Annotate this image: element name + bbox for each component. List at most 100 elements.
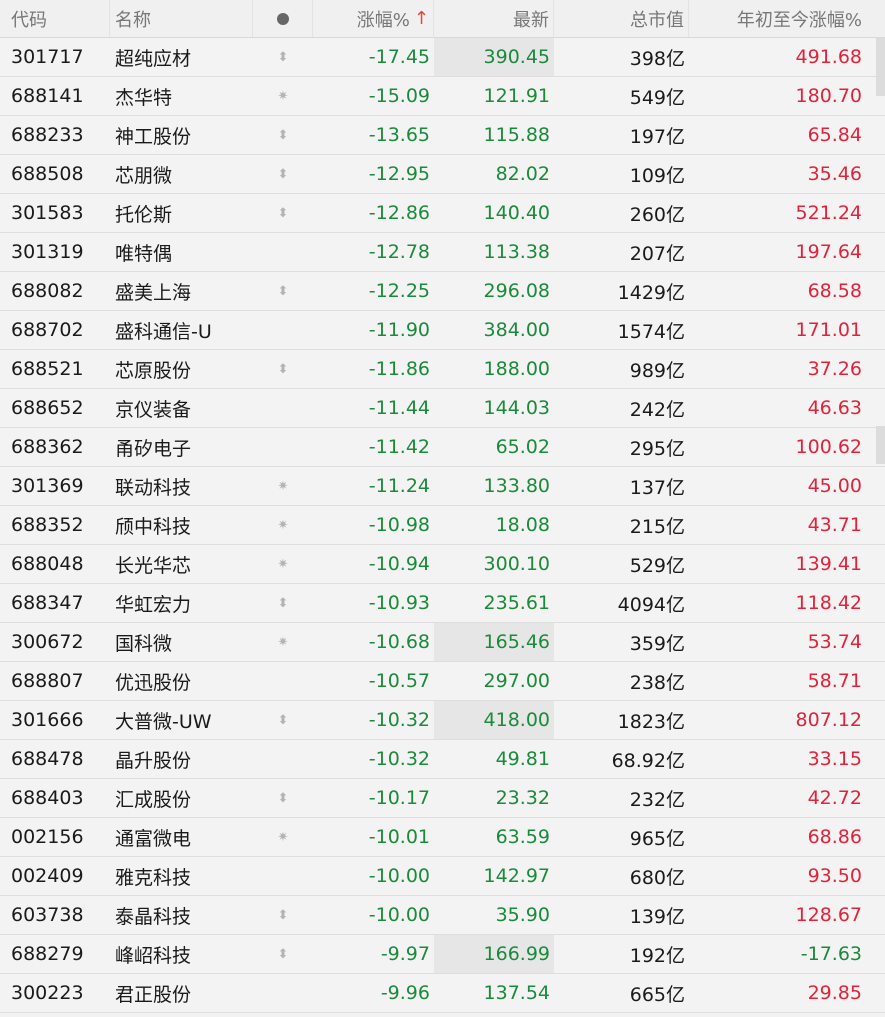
ytd-change: 491.68: [795, 46, 862, 68]
ytd-change: 118.42: [795, 592, 862, 614]
header-ytd-label: 年初至今涨幅%: [736, 9, 862, 31]
stock-name: 汇成股份: [115, 788, 192, 811]
last-price: 418.00: [434, 701, 554, 739]
last-price: 384.00: [483, 319, 550, 341]
table-row[interactable]: 688652 京仪装备 -11.44 144.03 242亿 46.63: [0, 389, 885, 428]
stock-code: 301369: [11, 475, 84, 497]
ytd-change: 171.01: [795, 319, 862, 341]
header-code[interactable]: 代码: [0, 0, 110, 37]
ytd-change: 29.85: [807, 982, 862, 1004]
header-code-label: 代码: [11, 9, 47, 31]
header-name-label: 名称: [115, 9, 151, 31]
table-row[interactable]: 688478 晶升股份 -10.32 49.81 68.92亿 33.15: [0, 740, 885, 779]
table-row[interactable]: 688403 汇成股份 ⬍ -10.17 23.32 232亿 42.72: [0, 779, 885, 818]
header-mark[interactable]: [253, 0, 313, 37]
table-row[interactable]: 688233 神工股份 ⬍ -13.65 115.88 197亿 65.84: [0, 116, 885, 155]
header-market-cap[interactable]: 总市值: [554, 0, 689, 37]
header-name[interactable]: 名称: [110, 0, 253, 37]
stock-code: 688521: [11, 358, 84, 380]
table-row[interactable]: 301666 大普微-UW ⬍ -10.32 418.00 1823亿 807.12: [0, 701, 885, 740]
header-ytd[interactable]: 年初至今涨幅%: [689, 0, 876, 37]
stock-code: 688478: [11, 748, 84, 770]
table-row[interactable]: 688508 芯朋微 ⬍ -12.95 82.02 109亿 35.46: [0, 155, 885, 194]
market-cap: 4094亿: [617, 593, 685, 616]
table-row[interactable]: 688347 华虹宏力 ⬍ -10.93 235.61 4094亿 118.42: [0, 584, 885, 623]
change-percent: -12.95: [368, 163, 430, 185]
table-row[interactable]: 688362 甬矽电子 -11.42 65.02 295亿 100.62: [0, 428, 885, 467]
market-cap: 680亿: [629, 866, 685, 889]
stock-code: 688807: [11, 670, 84, 692]
market-cap: 215亿: [629, 515, 685, 538]
stock-name: 长光华芯: [115, 554, 192, 577]
table-row[interactable]: 301717 超纯应材 ⬍ -17.45 390.45 398亿 491.68: [0, 38, 885, 77]
table-row[interactable]: 688279 峰岹科技 ⬍ -9.97 166.99 192亿 -17.63: [0, 935, 885, 974]
stock-name: 甬矽电子: [115, 437, 192, 460]
last-price: 188.00: [483, 358, 550, 380]
table-row[interactable]: 002409 雅克科技 -10.00 142.97 680亿 93.50: [0, 857, 885, 896]
row-mark: ⬍: [253, 129, 313, 142]
stock-name: 国科微: [115, 632, 173, 655]
table-header: 代码 名称 涨幅% ↑ 最新 总市值 年初至今涨幅%: [0, 0, 885, 38]
change-percent: -11.24: [368, 475, 430, 497]
table-row[interactable]: 301583 托伦斯 ⬍ -12.86 140.40 260亿 521.24: [0, 194, 885, 233]
asterisk-icon: ✷: [277, 830, 289, 844]
ytd-change: 33.15: [807, 748, 862, 770]
row-mark: ⬍: [253, 909, 313, 922]
change-percent: -12.86: [368, 202, 430, 224]
market-cap: 529亿: [629, 554, 685, 577]
up-down-icon: ⬍: [277, 50, 289, 64]
table-row[interactable]: 688352 颀中科技 ✷ -10.98 18.08 215亿 43.71: [0, 506, 885, 545]
market-cap: 1429亿: [617, 281, 685, 304]
table-row[interactable]: 688521 芯原股份 ⬍ -11.86 188.00 989亿 37.26: [0, 350, 885, 389]
ytd-change: 58.71: [807, 670, 862, 692]
stock-name: 大普微-UW: [115, 710, 212, 733]
ytd-change: 100.62: [795, 436, 862, 458]
ytd-change: 46.63: [807, 397, 862, 419]
stock-code: 301319: [11, 241, 84, 263]
stock-code: 688141: [11, 85, 84, 107]
ytd-change: 68.58: [807, 280, 862, 302]
last-price: 144.03: [483, 397, 550, 419]
last-price: 140.40: [483, 202, 550, 224]
table-row[interactable]: 688702 盛科通信-U -11.90 384.00 1574亿 171.01: [0, 311, 885, 350]
table-row[interactable]: 688807 优迅股份 -10.57 297.00 238亿 58.71: [0, 662, 885, 701]
header-last[interactable]: 最新: [434, 0, 554, 37]
stock-name: 京仪装备: [115, 398, 192, 421]
stock-code: 688508: [11, 163, 84, 185]
stock-name: 盛科通信-U: [115, 320, 212, 343]
last-price: 296.08: [483, 280, 550, 302]
market-cap: 398亿: [629, 47, 685, 70]
table-row[interactable]: 688048 长光华芯 ✷ -10.94 300.10 529亿 139.41: [0, 545, 885, 584]
table-row[interactable]: 300223 君正股份 -9.96 137.54 665亿 29.85: [0, 974, 885, 1013]
table-row[interactable]: 301319 唯特偶 -12.78 113.38 207亿 197.64: [0, 233, 885, 272]
ytd-change: 93.50: [807, 865, 862, 887]
up-down-icon: ⬍: [277, 128, 289, 142]
table-row[interactable]: 688082 盛美上海 ⬍ -12.25 296.08 1429亿 68.58: [0, 272, 885, 311]
table-row[interactable]: 688141 杰华特 ✷ -15.09 121.91 549亿 180.70: [0, 77, 885, 116]
stock-code: 301717: [11, 46, 84, 68]
row-mark: ⬍: [253, 168, 313, 181]
table-row[interactable]: 002156 通富微电 ✷ -10.01 63.59 965亿 68.86: [0, 818, 885, 857]
ytd-change: 42.72: [807, 787, 862, 809]
change-percent: -10.98: [368, 514, 430, 536]
scrollbar-thumb[interactable]: [876, 38, 885, 96]
ytd-change: 65.84: [807, 124, 862, 146]
last-price: 165.46: [434, 623, 554, 661]
row-mark: ✷: [253, 831, 313, 844]
table-row[interactable]: 300672 国科微 ✷ -10.68 165.46 359亿 53.74: [0, 623, 885, 662]
market-cap: 109亿: [629, 164, 685, 187]
market-cap: 68.92亿: [611, 749, 685, 772]
stock-name: 托伦斯: [115, 203, 173, 226]
last-price: 63.59: [495, 826, 550, 848]
stock-name: 君正股份: [115, 983, 192, 1006]
change-percent: -10.17: [368, 787, 430, 809]
asterisk-icon: ✷: [277, 635, 289, 649]
stock-code: 688352: [11, 514, 84, 536]
change-percent: -10.94: [368, 553, 430, 575]
arrow-up-icon: ↑: [413, 8, 429, 29]
last-price: 82.02: [495, 163, 550, 185]
header-change[interactable]: 涨幅% ↑: [313, 0, 434, 37]
table-row[interactable]: 301369 联动科技 ✷ -11.24 133.80 137亿 45.00: [0, 467, 885, 506]
table-row[interactable]: 603738 泰晶科技 ⬍ -10.00 35.90 139亿 128.67: [0, 896, 885, 935]
stock-name: 芯朋微: [115, 164, 173, 187]
